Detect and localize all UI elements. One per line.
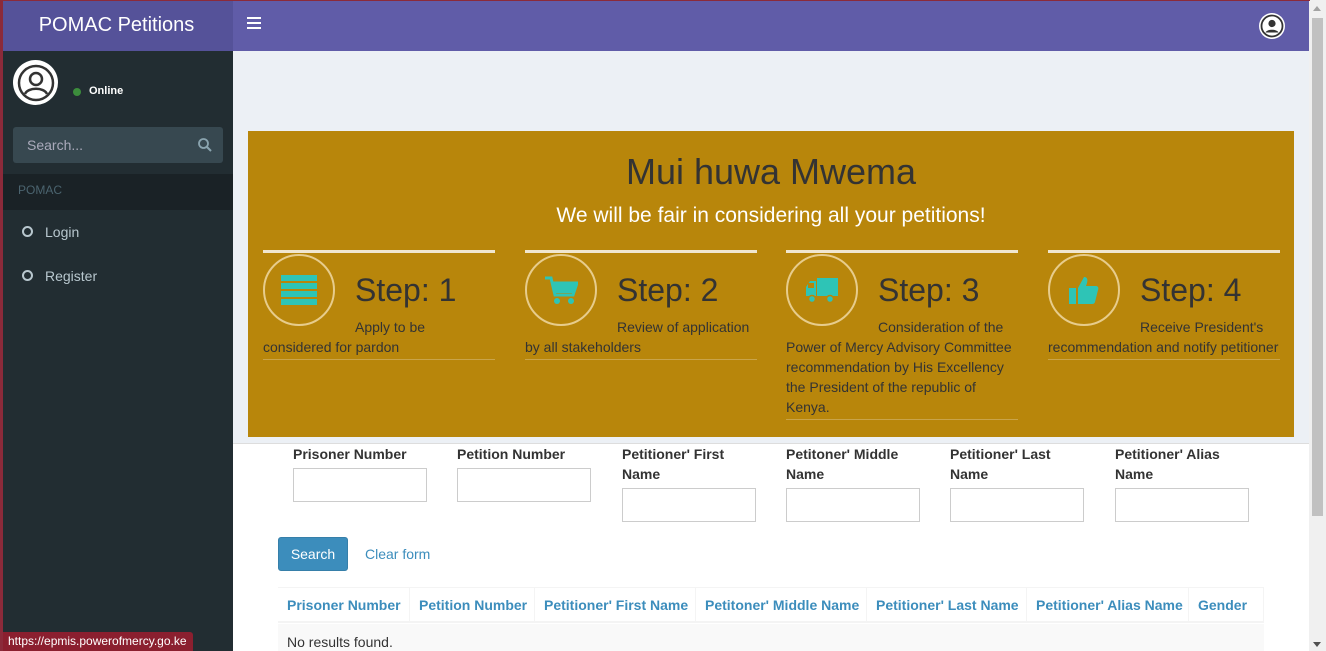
user-panel: Online (13, 60, 223, 108)
circle-icon (22, 226, 33, 237)
scroll-up-icon[interactable] (1313, 6, 1321, 11)
sidebar-search-input[interactable] (13, 127, 183, 163)
column-header-middle-name[interactable]: Petitoner' Middle Name (696, 588, 867, 622)
hero-banner: Mui huwa Mwema We will be fair in consid… (248, 131, 1294, 437)
search-icon[interactable] (197, 137, 213, 153)
sidebar-item-login[interactable]: Login (0, 210, 233, 254)
menu-toggle-icon[interactable] (247, 17, 261, 31)
column-header-alias-name[interactable]: Petitioner' Alias Name (1027, 588, 1189, 622)
step-title: Step: 1 (355, 272, 457, 308)
alias-name-input[interactable] (1115, 488, 1249, 522)
scroll-down-icon[interactable] (1313, 642, 1321, 647)
petition-number-field: Petition Number (457, 444, 597, 502)
step-divider (525, 250, 757, 253)
circle-icon (22, 270, 33, 281)
vertical-scrollbar[interactable] (1309, 0, 1326, 651)
sidebar-search (13, 127, 223, 163)
avatar-icon (13, 60, 58, 105)
middle-name-input[interactable] (786, 488, 920, 522)
alias-name-field: Petitioner' Alias Name (1115, 444, 1255, 522)
last-name-field: Petitioner' Last Name (950, 444, 1090, 522)
truck-icon (786, 254, 858, 326)
sidebar-item-label: Login (45, 224, 80, 240)
petition-number-input[interactable] (457, 468, 591, 502)
first-name-input[interactable] (622, 488, 756, 522)
prisoner-number-input[interactable] (293, 468, 427, 502)
thumbs-up-icon (1048, 254, 1120, 326)
hero-subtitle: We will be fair in considering all your … (556, 204, 986, 227)
scrollbar-thumb[interactable] (1312, 18, 1323, 516)
sidebar-item-register[interactable]: Register (0, 254, 233, 298)
column-header-last-name[interactable]: Petitioner' Last Name (867, 588, 1027, 622)
user-account-icon[interactable] (1259, 13, 1285, 39)
main-content: Mui huwa Mwema We will be fair in consid… (233, 51, 1309, 651)
step-title: Step: 3 (878, 272, 980, 308)
middle-name-field: Petitoner' Middle Name (786, 444, 926, 522)
online-status-label: Online (89, 85, 124, 97)
step-title: Step: 2 (617, 272, 719, 308)
step-description: Receive President's recommendation and n… (1048, 317, 1280, 360)
cart-icon (525, 254, 597, 326)
window-frame-top (0, 0, 1310, 1)
sidebar-item-label: Register (45, 268, 98, 284)
clear-form-link[interactable]: Clear form (365, 546, 430, 562)
prisoner-number-field: Prisoner Number (293, 444, 433, 502)
app-logo[interactable]: POMAC Petitions (0, 0, 233, 51)
list-icon (263, 254, 335, 326)
step-description: Apply to be considered for pardon (263, 317, 495, 360)
top-navbar (233, 0, 1309, 51)
search-button[interactable]: Search (278, 537, 348, 571)
step-divider (786, 250, 1018, 253)
column-header-gender[interactable]: Gender (1189, 588, 1264, 622)
field-label: Petitioner' First Name (622, 446, 725, 482)
sidebar: Online POMAC Login Register (0, 51, 233, 651)
table-header: Prisoner Number Petition Number Petition… (278, 587, 1264, 623)
field-label: Petitoner' Middle Name (786, 446, 899, 482)
column-header-prisoner-number[interactable]: Prisoner Number (278, 588, 410, 622)
window-frame-left (0, 0, 3, 651)
step-divider (1048, 250, 1280, 253)
empty-results-text: No results found. (287, 634, 393, 650)
column-header-first-name[interactable]: Petitioner' First Name (535, 588, 696, 622)
field-label: Petitioner' Alias Name (1115, 446, 1220, 482)
step-description: Consideration of the Power of Mercy Advi… (786, 317, 1018, 420)
table-row: No results found. (278, 624, 1264, 651)
field-label: Petition Number (457, 446, 566, 462)
status-bar-url: https://epmis.powerofmercy.go.ke (0, 632, 193, 651)
step-description: Review of application by all stakeholder… (525, 317, 757, 360)
step-title: Step: 4 (1140, 272, 1242, 308)
online-status-icon (73, 88, 81, 96)
first-name-field: Petitioner' First Name (622, 444, 762, 522)
field-label: Prisoner Number (293, 446, 407, 462)
sidebar-section-header: POMAC (0, 174, 233, 210)
column-header-petition-number[interactable]: Petition Number (410, 588, 535, 622)
step-divider (263, 250, 495, 253)
field-label: Petitioner' Last Name (950, 446, 1051, 482)
hero-title: Mui huwa Mwema (625, 151, 917, 192)
last-name-input[interactable] (950, 488, 1084, 522)
